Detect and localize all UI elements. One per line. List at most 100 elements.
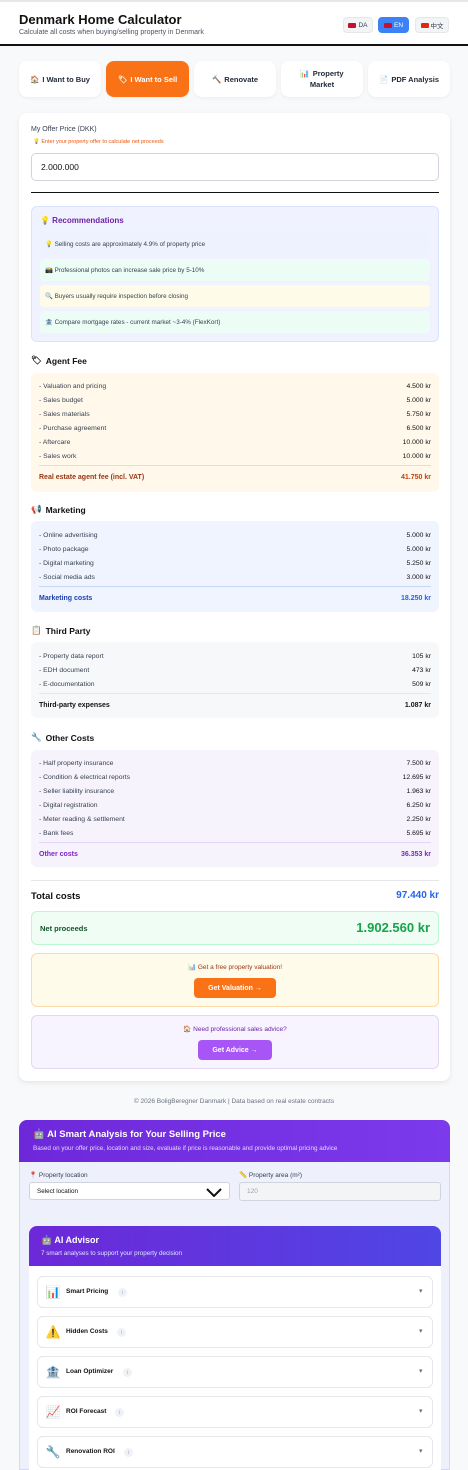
recommendation-item: 💡 Selling costs are approximately 4.9% o… [40, 233, 430, 255]
total-costs-value: 97.440 kr [396, 890, 439, 901]
cost-row: - Bank fees 5.695 kr [39, 829, 431, 837]
cost-row: - Property data report 105 kr [39, 652, 431, 660]
hammer-icon: 🔨 [211, 74, 222, 84]
cost-row: - Purchase agreement 6.500 kr [39, 424, 431, 432]
area-label: 📏 Property area (m²) [239, 1172, 302, 1179]
lang-en-label: EN [393, 21, 404, 29]
third-party-heading: 📋 Third Party [31, 625, 90, 636]
cost-row: - Sales budget 5.000 kr [39, 396, 431, 404]
tab-property-market-label: 📊 Property Market [300, 69, 344, 89]
location-label: 📍 Property location [29, 1172, 88, 1179]
footer-text: © 2026 BoligBeregner Danmark | Data base… [133, 1098, 335, 1105]
offer-price-hint: 💡 Enter your property offer to calculate… [33, 139, 164, 145]
get-valuation-button[interactable]: Get Valuation → [194, 978, 276, 998]
recommendation-item: 🏦 Compare mortgage rates - current marke… [40, 311, 430, 333]
lang-da-label: DA [358, 21, 368, 29]
tab-renovate[interactable]: 🔨 Renovate [194, 61, 276, 97]
recommendation-item: 🔍 Buyers usually require inspection befo… [40, 285, 430, 307]
document-icon: 📄 [379, 74, 389, 84]
cost-row: - Online advertising 5.000 kr [39, 531, 431, 539]
divider [39, 842, 431, 843]
marketing-subtotal: Marketing costs 18.250 kr [39, 594, 431, 602]
cost-row: - Photo package 5.000 kr [39, 545, 431, 553]
tab-pdf-label: PDF Analysis [391, 74, 439, 84]
agent-fee-heading: 🏷 Agent Fee [31, 355, 87, 366]
chevron-down-icon: ▾ [419, 1328, 423, 1335]
tab-renovate-label: Renovate [224, 74, 259, 84]
cost-row: - Valuation and pricing 4.500 kr [39, 382, 431, 390]
ai-advisor-title: 🤖 AI Advisor [41, 1235, 100, 1245]
tab-property-market[interactable]: 📊 Property Market [281, 61, 363, 97]
location-select-value: Select location [37, 1187, 78, 1195]
lang-zh-button[interactable]: 中文 [415, 17, 449, 33]
ai-analysis-title: 🤖 AI Smart Analysis for Your Selling Pri… [33, 1129, 226, 1140]
info-icon: i [115, 1408, 124, 1417]
location-select[interactable]: Select location [29, 1182, 230, 1200]
offer-price-label: My Offer Price (DKK) [31, 126, 97, 133]
advisor-item-label: Hidden Costs [66, 1328, 108, 1335]
tab-buy-label: I Want to Buy [42, 74, 90, 84]
recommendations-title: 💡 Recommendations [40, 216, 124, 225]
cost-row: - Sales materials 5.750 kr [39, 410, 431, 418]
app-header: Denmark Home Calculator Calculate all co… [0, 0, 468, 46]
chevron-down-icon: ▾ [419, 1408, 423, 1415]
marketing-title: Marketing [45, 504, 86, 515]
china-flag-icon [420, 22, 429, 28]
divider [39, 586, 431, 587]
advisor-item-label: ROI Forecast [66, 1408, 107, 1415]
clipboard-icon: 📋 [31, 625, 42, 635]
divider [39, 693, 431, 694]
advice-cta-text: 🏠 Need professional sales advice? [183, 1026, 287, 1033]
recommendation-item: 📸 Professional photos can increase sale … [40, 259, 430, 281]
tab-sell[interactable]: 🏷 I Want to Sell [106, 61, 189, 97]
other-costs-subtotal: Other costs 36.353 kr [39, 850, 431, 858]
lang-da-button[interactable]: DA [343, 17, 373, 33]
house-icon: 🏠 [30, 74, 40, 84]
lang-zh-label: 中文 [430, 23, 444, 30]
cost-row: - Digital registration 6.250 kr [39, 801, 431, 809]
tab-pdf-analysis[interactable]: 📄 PDF Analysis [368, 61, 450, 97]
tag-icon: 🏷 [117, 74, 128, 84]
other-costs-title: Other Costs [45, 732, 95, 743]
advisor-item-label: Loan Optimizer [66, 1368, 114, 1375]
area-input[interactable]: 120 [239, 1182, 441, 1201]
uk-flag-icon [383, 22, 392, 28]
cost-row: - Social media ads 3.000 kr [39, 573, 431, 581]
divider [31, 880, 439, 881]
offer-price-input[interactable]: 2.000.000 [31, 153, 439, 181]
divider [39, 465, 431, 466]
chevron-down-icon: ▾ [419, 1448, 423, 1455]
app-title: Denmark Home Calculator [19, 12, 182, 27]
cost-row: - Half property insurance 7.500 kr [39, 759, 431, 767]
chevron-down-icon [206, 1188, 222, 1197]
third-party-title: Third Party [45, 625, 91, 636]
marketing-heading: 📢 Marketing [31, 504, 86, 515]
chevron-down-icon: ▾ [419, 1368, 423, 1375]
cost-row: - Meter reading & settlement 2.250 kr [39, 815, 431, 823]
advisor-item-label: Renovation ROI [66, 1448, 115, 1455]
advisor-item-label: Smart Pricing [66, 1288, 109, 1295]
ai-advisor-subtitle: 7 smart analyses to support your propert… [41, 1250, 183, 1257]
valuation-cta-text: 📊 Get a free property valuation! [187, 964, 283, 971]
chart-icon: 📊 [300, 69, 310, 78]
cost-row: - Sales work 10.000 kr [39, 452, 431, 460]
cost-row: - Condition & electrical reports 12.695 k… [39, 773, 431, 781]
info-icon: i [124, 1448, 133, 1457]
cost-row: - Digital marketing 5.250 kr [39, 559, 431, 567]
cost-row: - Seller liability insurance 1.963 kr [39, 787, 431, 795]
info-icon: i [123, 1368, 132, 1377]
chevron-down-icon: ▾ [419, 1288, 423, 1295]
get-advice-button[interactable]: Get Advice → [198, 1040, 272, 1060]
megaphone-icon: 📢 [31, 504, 42, 514]
cost-row: - Aftercare 10.000 kr [39, 438, 431, 446]
tab-buy[interactable]: 🏠 I Want to Buy [19, 61, 101, 97]
wrench-icon: 🔧 [45, 1445, 61, 1459]
cost-row: - EDH document 473 kr [39, 666, 431, 674]
third-party-subtotal: Third-party expenses 1.087 kr [39, 701, 431, 709]
net-proceeds-value: 1.902.560 kr [356, 920, 430, 935]
ai-analysis-header [19, 1120, 450, 1162]
bank-icon: 🏦 [45, 1365, 61, 1379]
lang-en-button[interactable]: EN [378, 17, 409, 33]
tab-sell-label: I Want to Sell [130, 74, 178, 84]
trending-up-icon: 📈 [45, 1405, 61, 1419]
